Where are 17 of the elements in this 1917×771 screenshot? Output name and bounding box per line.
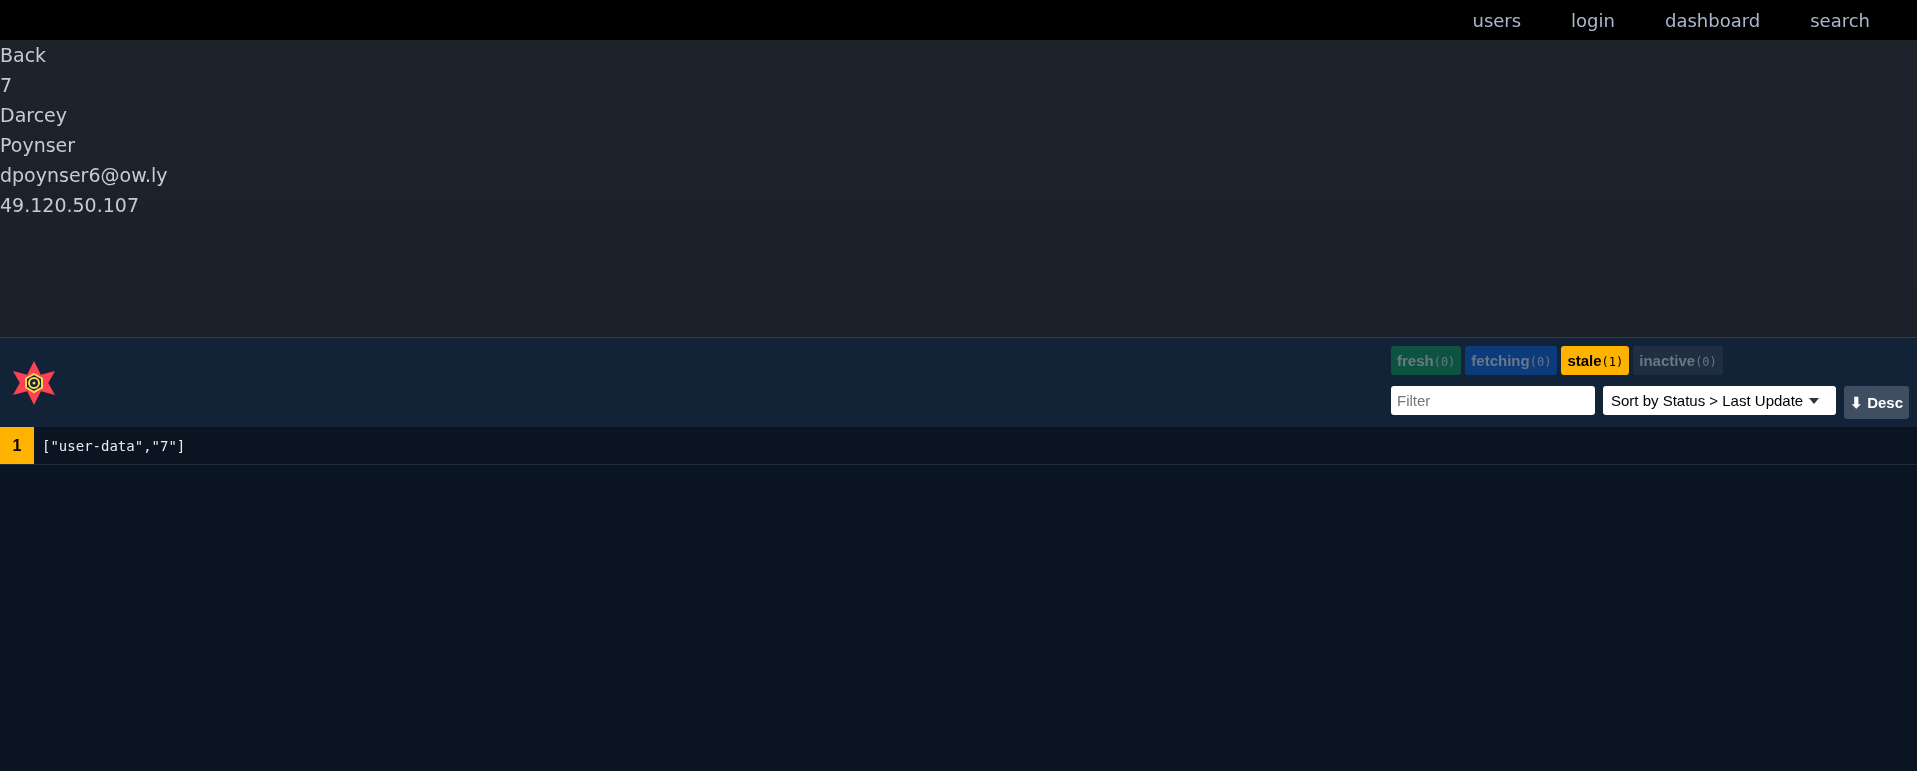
- nav-link[interactable]: login: [1546, 9, 1640, 31]
- nav-link[interactable]: users: [1447, 9, 1547, 31]
- user-field: Poynser: [0, 130, 76, 160]
- filter-field[interactable]: Filter: [1390, 386, 1595, 415]
- query-key[interactable]: ["user-data","7"]: [42, 437, 186, 454]
- user-field: dpoynser6@ow.ly: [0, 160, 168, 190]
- user-field: 49.120.50.107: [0, 190, 139, 220]
- user-field: Darcey: [0, 100, 68, 130]
- sort-order-button[interactable]: ⬇ Desc: [1843, 386, 1909, 419]
- nav-link[interactable]: search: [1785, 9, 1895, 31]
- back-link[interactable]: Back: [0, 40, 47, 70]
- nav-link[interactable]: dashboard: [1639, 9, 1786, 31]
- observer-count: 1: [0, 427, 34, 464]
- sort-select[interactable]: Sort by Status > Last Update: [1602, 386, 1836, 415]
- caret-icon: [1809, 397, 1820, 404]
- user-field: 7: [0, 70, 13, 100]
- status-badge[interactable]: stale(1): [1561, 346, 1630, 375]
